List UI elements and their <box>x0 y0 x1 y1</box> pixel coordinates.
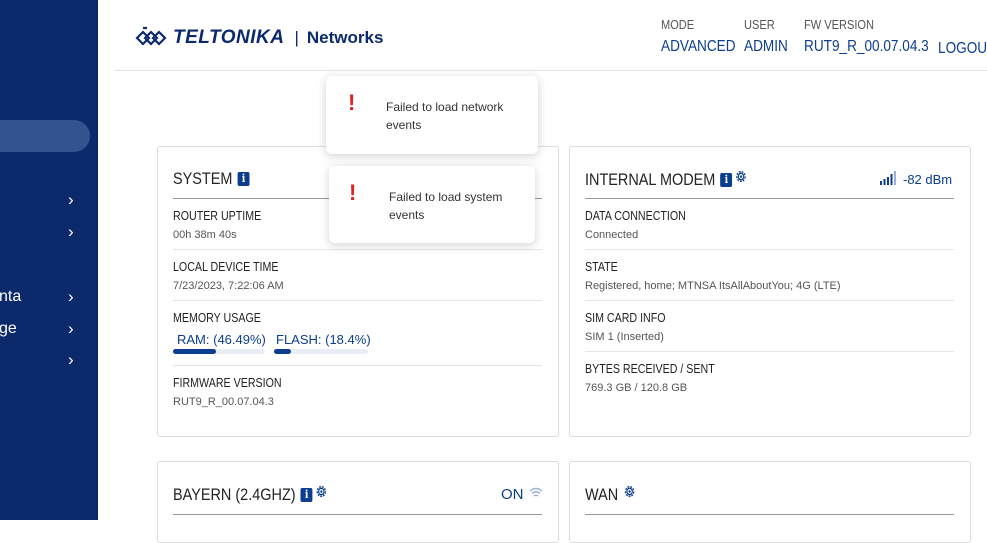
chevron-right-icon: › <box>68 319 74 338</box>
bytes-label: BYTES RECEIVED / SENT <box>585 361 715 376</box>
chevron-right-icon: › <box>68 287 74 306</box>
firmware-version-label: FIRMWARE VERSION <box>173 375 282 390</box>
memory-usage-label: MEMORY USAGE <box>173 310 261 325</box>
state-value: Registered, home; MTNSA ItsAllAboutYou; … <box>585 280 841 292</box>
signal-strength-icon <box>880 171 896 185</box>
sim-card-info: SIM CARD INFO SIM 1 (Inserted) <box>585 310 683 343</box>
sidebar-item-2[interactable]: › <box>0 220 98 244</box>
data-connection-value: Connected <box>585 229 639 241</box>
firmware-version: FIRMWARE VERSION RUT9_R_00.07.04.3 <box>173 375 305 408</box>
wireless-card: BAYERN (2.4GHZ) i ON <box>157 461 559 543</box>
info-icon[interactable]: i <box>300 488 313 502</box>
firmware-version-value: RUT9_R_00.07.04.3 <box>173 396 274 408</box>
local-device-time: LOCAL DEVICE TIME 7/23/2023, 7:22:06 AM <box>173 259 302 292</box>
title-divider <box>585 198 954 199</box>
toast-system-events[interactable]: ! Failed to load system events <box>329 166 535 243</box>
system-card-title: SYSTEM i <box>173 169 250 189</box>
title-divider <box>585 514 954 515</box>
router-uptime-label: ROUTER UPTIME <box>173 208 262 223</box>
info-icon[interactable]: i <box>237 172 250 186</box>
signal-strength-value: -82 dBm <box>903 172 953 187</box>
header-user: USER ADMIN <box>744 17 796 56</box>
teltonika-logo[interactable]: TELTONIKA | Networks <box>135 24 383 52</box>
data-connection: DATA CONNECTION Connected <box>585 208 708 241</box>
wireless-status: ON <box>501 486 524 503</box>
header-fw-version: FW VERSION RUT9_R_00.07.04.3 <box>804 17 951 56</box>
internal-modem-card: INTERNAL MODEM i -82 dBm DATA CONNECTION … <box>569 146 971 437</box>
ram-usage-label: RAM: (46.49%) <box>177 332 266 347</box>
wan-title-text: WAN <box>585 485 619 504</box>
memory-usage: MEMORY USAGE <box>173 310 280 325</box>
divider <box>173 249 542 250</box>
logo-brand-text: TELTONIKA <box>173 27 285 48</box>
title-divider <box>173 514 542 515</box>
gear-icon[interactable] <box>735 169 748 189</box>
sim-card-value: SIM 1 (Inserted) <box>585 331 664 343</box>
sidebar-item-3[interactable]: nta › <box>0 285 98 309</box>
bytes-value: 769.3 GB / 120.8 GB <box>585 382 688 394</box>
gear-icon[interactable] <box>623 484 636 504</box>
data-connection-label: DATA CONNECTION <box>585 208 686 223</box>
chevron-right-icon: › <box>68 222 74 241</box>
wifi-icon <box>529 487 543 497</box>
sim-card-label: SIM CARD INFO <box>585 310 666 325</box>
divider <box>585 300 954 301</box>
teltonika-logo-icon <box>135 26 167 46</box>
divider <box>173 365 542 366</box>
modem-title-text: INTERNAL MODEM <box>585 170 716 189</box>
local-time-value: 7/23/2023, 7:22:06 AM <box>173 280 284 292</box>
divider <box>173 300 542 301</box>
mode-label: MODE <box>661 17 695 32</box>
state-label: STATE <box>585 259 618 274</box>
divider <box>585 249 954 250</box>
flash-usage-bar <box>274 349 368 354</box>
router-uptime-value: 00h 38m 40s <box>173 229 237 241</box>
toast-message: Failed to load system events <box>389 190 503 222</box>
sidebar-active-item[interactable] <box>0 120 90 152</box>
logo-separator: | <box>294 28 299 47</box>
gear-icon[interactable] <box>315 484 328 504</box>
sidebar-item-5[interactable]: › <box>0 348 98 372</box>
wan-card: WAN <box>569 461 971 543</box>
modem-card-title: INTERNAL MODEM i <box>585 169 748 190</box>
router-uptime: ROUTER UPTIME 00h 38m 40s <box>173 208 281 241</box>
toast-message: Failed to load network events <box>386 100 504 132</box>
mode-value-link[interactable]: ADVANCED <box>661 38 736 56</box>
logo-product-text: Networks <box>306 28 384 47</box>
error-icon: ! <box>348 90 356 115</box>
wireless-card-title: BAYERN (2.4GHZ) i <box>173 484 328 505</box>
info-icon[interactable]: i <box>720 173 733 187</box>
user-label: USER <box>744 17 775 32</box>
toast-network-events[interactable]: ! Failed to load network events <box>326 76 538 154</box>
sidebar-item-label: nta <box>0 288 22 305</box>
user-value-link[interactable]: ADMIN <box>744 38 788 56</box>
logout-button[interactable]: LOGOUT <box>938 40 987 58</box>
flash-usage-fill <box>274 349 292 354</box>
ram-usage-bar <box>173 349 265 354</box>
ram-usage-fill <box>173 349 216 354</box>
wireless-title-text: BAYERN (2.4GHZ) <box>173 485 296 504</box>
sidebar-item-1[interactable]: › <box>0 188 98 212</box>
wan-card-title: WAN <box>585 484 636 505</box>
sidebar-item-4[interactable]: ge › <box>0 317 98 341</box>
sidebar-item-label: ge <box>0 320 17 337</box>
divider <box>585 351 954 352</box>
fw-version-label: FW VERSION <box>804 17 874 32</box>
system-title-text: SYSTEM <box>173 169 233 188</box>
modem-state: STATE Registered, home; MTNSA ItsAllAbou… <box>585 259 841 292</box>
error-icon: ! <box>349 180 357 205</box>
sidebar: › › nta › ge › › <box>0 0 98 520</box>
local-time-label: LOCAL DEVICE TIME <box>173 259 279 274</box>
bytes-received-sent: BYTES RECEIVED / SENT 769.3 GB / 120.8 G… <box>585 361 743 394</box>
top-header: TELTONIKA | Networks MODE ADVANCED USER … <box>115 0 987 71</box>
flash-usage-label: FLASH: (18.4%) <box>276 332 371 347</box>
chevron-right-icon: › <box>68 350 74 369</box>
fw-version-link[interactable]: RUT9_R_00.07.04.3 <box>804 38 929 56</box>
chevron-right-icon: › <box>68 190 74 209</box>
header-mode: MODE ADVANCED <box>661 17 749 56</box>
